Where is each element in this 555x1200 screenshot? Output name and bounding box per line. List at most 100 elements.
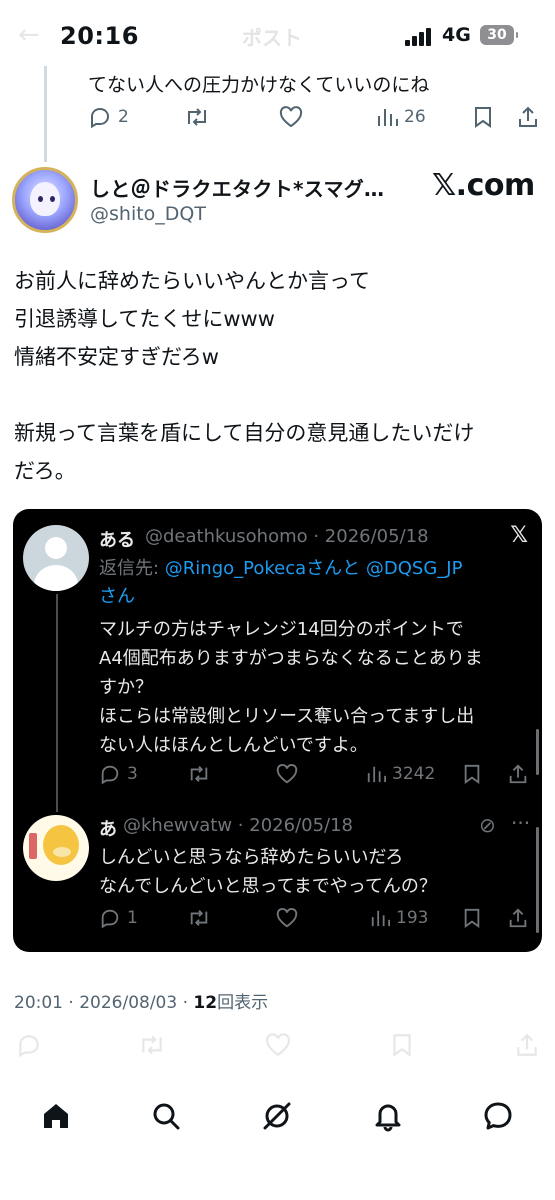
embed2-bookmark-button[interactable] bbox=[462, 907, 482, 929]
thread-line bbox=[44, 66, 47, 162]
view-total: 12 bbox=[193, 993, 218, 1013]
embed1-reply-to: 返信先: @Ringo_Pokecaさんと @DQSG_JP さん bbox=[99, 555, 529, 611]
embed1-name[interactable]: ある bbox=[99, 526, 135, 552]
views-icon bbox=[367, 766, 386, 783]
bookmark-button[interactable] bbox=[472, 105, 494, 129]
share-icon bbox=[517, 1033, 537, 1056]
author-display-name[interactable]: しと＠ドラクエタクト*スマグ… bbox=[90, 173, 384, 202]
bottom-navigation bbox=[0, 1086, 555, 1146]
embed2-repost-button[interactable] bbox=[187, 907, 211, 929]
grok-icon bbox=[263, 1102, 291, 1130]
timestamp-date: 20:01 · 2026/08/03 · bbox=[14, 993, 194, 1013]
back-arrow-icon[interactable]: ← bbox=[18, 20, 40, 50]
post-reply-button[interactable] bbox=[16, 1032, 42, 1062]
reply-icon bbox=[91, 107, 110, 129]
embed1-like-button[interactable] bbox=[275, 763, 299, 785]
embed2-meta: @khewvatw · 2026/05/18 bbox=[123, 815, 354, 836]
reply-prefix: 返信先: bbox=[99, 558, 165, 579]
views-icon bbox=[371, 910, 390, 927]
share-icon bbox=[509, 908, 527, 928]
reply-button[interactable]: 2 bbox=[88, 105, 129, 129]
previous-post-text: てない人への圧力かけなくていいのにね bbox=[88, 74, 430, 96]
heart-icon bbox=[276, 764, 298, 784]
post-repost-button[interactable] bbox=[138, 1032, 166, 1062]
embedded-thread-card[interactable]: ある @deathkusohomo · 2026/05/18 𝕏 返信先: @R… bbox=[13, 509, 542, 952]
home-icon bbox=[44, 1104, 68, 1128]
nav-notifications[interactable] bbox=[372, 1100, 404, 1132]
post-share-button[interactable] bbox=[514, 1032, 540, 1062]
embed1-text: マルチの方はチャレンジ14回分のポイントで A4個配布ありますがつまらなくなるこ… bbox=[99, 619, 483, 756]
embed1-reply-count: 3 bbox=[127, 764, 138, 784]
embed2-share-button[interactable] bbox=[507, 907, 529, 929]
nav-grok[interactable] bbox=[261, 1100, 293, 1132]
repost-icon bbox=[142, 1035, 162, 1055]
status-bar: ← 20:16 ポスト 4G 30 bbox=[0, 0, 555, 72]
embed-avatar-duck[interactable] bbox=[23, 815, 89, 881]
share-icon bbox=[509, 764, 527, 784]
embed1-view-count: 3242 bbox=[392, 764, 436, 784]
reply-icon bbox=[101, 765, 119, 785]
author-avatar[interactable] bbox=[12, 167, 78, 233]
search-icon bbox=[153, 1103, 180, 1130]
embed2-reply-button[interactable]: 1 bbox=[99, 907, 138, 929]
x-com-watermark: 𝕏.com bbox=[432, 168, 535, 203]
embed-avatar-default[interactable] bbox=[23, 525, 89, 591]
x-logo-icon: 𝕏 bbox=[510, 523, 528, 548]
embed1-share-button[interactable] bbox=[507, 763, 529, 785]
heart-icon bbox=[279, 106, 303, 128]
like-button[interactable] bbox=[278, 105, 304, 129]
views-label: 回表示 bbox=[217, 993, 269, 1013]
heart-icon bbox=[266, 1033, 290, 1056]
post-timestamp: 20:01 · 2026/08/03 · 12回表示 bbox=[14, 988, 268, 1013]
nav-search[interactable] bbox=[150, 1100, 182, 1132]
repost-button[interactable] bbox=[184, 105, 210, 129]
repost-icon bbox=[188, 108, 206, 126]
post-like-button[interactable] bbox=[264, 1032, 292, 1062]
bookmark-icon bbox=[393, 1034, 411, 1057]
embed1-views-button[interactable]: 3242 bbox=[366, 763, 435, 785]
embed1-bookmark-button[interactable] bbox=[462, 763, 482, 785]
embed-scrollbar bbox=[536, 827, 539, 933]
repost-icon bbox=[190, 910, 208, 926]
embed2-reply-count: 1 bbox=[127, 908, 138, 928]
embed-thread-line bbox=[56, 594, 58, 812]
reply-icon bbox=[101, 909, 119, 929]
embed2-views-button[interactable]: 193 bbox=[370, 907, 428, 929]
bookmark-icon bbox=[475, 107, 491, 128]
embed1-repost-button[interactable] bbox=[187, 763, 211, 785]
more-icon[interactable]: ··· bbox=[511, 811, 530, 835]
embed1-meta: @deathkusohomo · 2026/05/18 bbox=[145, 526, 429, 547]
grok-icon[interactable]: ⊘ bbox=[479, 813, 496, 837]
messages-icon bbox=[484, 1102, 512, 1130]
battery-icon: 30 bbox=[480, 25, 518, 45]
embed2-view-count: 193 bbox=[396, 908, 429, 928]
embed2-text: しんどいと思うなら辞めたらいいだろ なんでしんどいと思ってまでやってんの？ bbox=[99, 847, 437, 897]
bell-icon bbox=[375, 1104, 401, 1132]
repost-icon bbox=[190, 766, 208, 782]
views-icon bbox=[378, 109, 398, 126]
embed-scrollbar bbox=[536, 729, 539, 775]
nav-messages[interactable] bbox=[482, 1100, 514, 1132]
embed2-name[interactable]: あ bbox=[99, 815, 117, 841]
share-button[interactable] bbox=[516, 105, 540, 129]
nav-home[interactable] bbox=[40, 1100, 72, 1132]
author-handle[interactable]: @shito_DQT bbox=[90, 203, 206, 225]
post-body-text: お前人に辞めたらいいやんとか言って 引退誘導してたくせにwww 情緒不安定すぎだ… bbox=[14, 269, 475, 483]
view-count: 26 bbox=[404, 107, 426, 127]
signal-icon bbox=[405, 28, 435, 46]
status-time: 20:16 bbox=[60, 22, 139, 50]
post-bookmark-button[interactable] bbox=[390, 1032, 414, 1062]
reply-suffix[interactable]: さん bbox=[99, 586, 135, 607]
header-title: ポスト bbox=[242, 26, 302, 50]
bookmark-icon bbox=[464, 764, 480, 784]
embed1-reply-button[interactable]: 3 bbox=[99, 763, 138, 785]
reply-mentions[interactable]: @Ringo_Pokecaさんと @DQSG_JP bbox=[165, 558, 463, 579]
embed2-like-button[interactable] bbox=[275, 907, 299, 929]
home-indicator bbox=[0, 1186, 555, 1200]
heart-icon bbox=[276, 908, 298, 928]
network-label: 4G bbox=[442, 24, 471, 46]
bookmark-icon bbox=[464, 908, 480, 928]
reply-count: 2 bbox=[118, 107, 129, 127]
share-icon bbox=[519, 106, 537, 127]
views-button[interactable]: 26 bbox=[376, 105, 426, 129]
